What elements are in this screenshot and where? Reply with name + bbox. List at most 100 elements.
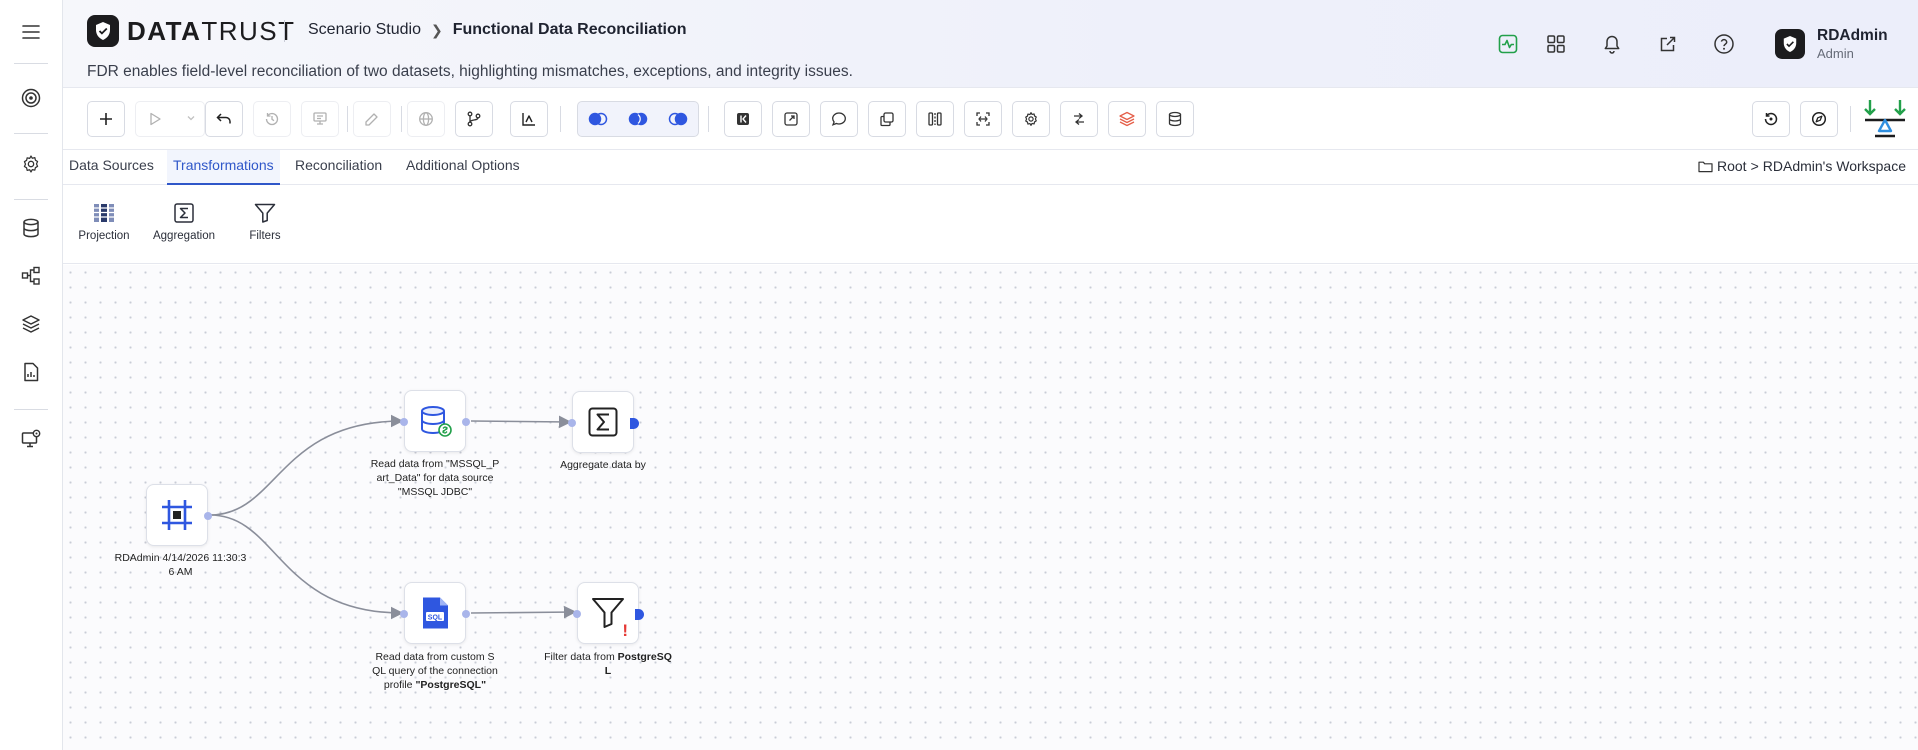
tab-reconciliation[interactable]: Reconciliation	[289, 150, 388, 185]
logo-wordmark: DATATRUST	[127, 15, 296, 46]
external-link-icon[interactable]	[1655, 31, 1681, 57]
node-sql-label-line: QL query of the connection	[372, 665, 498, 677]
copy-button[interactable]	[868, 101, 906, 137]
breadcrumb-parent[interactable]: Scenario Studio	[308, 21, 421, 39]
join-type-group	[577, 101, 699, 137]
node-mssql-source[interactable]	[400, 390, 470, 452]
tab-additional-options[interactable]: Additional Options	[400, 150, 526, 185]
user-profile[interactable]: RDAdmin Admin	[1775, 27, 1888, 61]
restore-button[interactable]	[1752, 101, 1790, 137]
monitor-settings-icon[interactable]	[16, 424, 46, 454]
output-port[interactable]	[462, 610, 470, 618]
node-filter-label-line: Filter data from PostgreSQ	[535, 650, 681, 664]
avatar	[1775, 29, 1805, 59]
page-title: Functional Data Reconciliation	[452, 21, 687, 38]
sigma-icon	[588, 407, 618, 437]
report-icon[interactable]	[16, 357, 46, 387]
edit-button[interactable]	[353, 101, 391, 137]
user-name: RDAdmin	[1817, 27, 1888, 44]
rail-divider	[14, 63, 48, 64]
node-aggregate-label: Aggregate data by	[560, 459, 646, 471]
history-button[interactable]	[253, 101, 291, 137]
compare-columns-button[interactable]	[916, 101, 954, 137]
gear-icon[interactable]	[16, 149, 46, 179]
transfer-button[interactable]	[1060, 101, 1098, 137]
node-filter-label-line: L	[535, 664, 681, 678]
palette-projection[interactable]: Projection	[69, 200, 139, 242]
input-port[interactable]	[568, 419, 576, 427]
storage-button[interactable]	[1156, 101, 1194, 137]
input-port[interactable]	[573, 610, 581, 618]
node-start[interactable]	[146, 484, 212, 546]
node-sql-label: Read data from custom S QL query of the …	[360, 650, 510, 692]
bell-icon[interactable]	[1599, 31, 1625, 57]
comment-button[interactable]	[820, 101, 858, 137]
run-button[interactable]	[135, 101, 205, 137]
settings-button[interactable]	[1012, 101, 1050, 137]
database-icon[interactable]	[16, 213, 46, 243]
palette-filters-label: Filters	[249, 230, 281, 242]
input-port[interactable]	[400, 418, 408, 426]
datatrust-logo[interactable]: DATATRUST	[87, 15, 296, 47]
tab-transformations[interactable]: Transformations	[167, 150, 280, 185]
compass-button[interactable]	[1800, 101, 1838, 137]
section-tabs: Data Sources Transformations Reconciliat…	[63, 150, 1918, 185]
workflow-canvas[interactable]: RDAdmin 4/14/2026 11:30:3 6 AM Read data…	[63, 265, 1918, 750]
undo-button[interactable]	[205, 101, 243, 137]
scan-button[interactable]	[964, 101, 1002, 137]
toolbar	[63, 88, 1918, 150]
node-aggregate[interactable]	[568, 391, 639, 453]
lineage-icon[interactable]	[16, 261, 46, 291]
left-rail	[0, 0, 63, 750]
input-port[interactable]	[400, 610, 408, 618]
apps-grid-icon[interactable]	[1543, 31, 1569, 57]
add-button[interactable]	[87, 101, 125, 137]
palette-aggregation[interactable]: Aggregation	[149, 200, 219, 242]
help-icon[interactable]	[1711, 31, 1737, 57]
toolbar-divider	[708, 106, 709, 132]
open-external-button[interactable]	[772, 101, 810, 137]
full-join-icon[interactable]	[578, 102, 618, 136]
shield-logo-icon	[87, 15, 119, 47]
workspace-breadcrumb[interactable]: Root > RDAdmin's Workspace	[1698, 158, 1906, 174]
sql-file-icon: SQL	[420, 596, 450, 630]
workspace-root: Root	[1717, 158, 1747, 174]
workspace-sep: >	[1750, 158, 1759, 174]
rail-divider	[14, 409, 48, 410]
menu-icon[interactable]	[16, 17, 46, 47]
layers-icon[interactable]	[16, 309, 46, 339]
page-description: FDR enables field-level reconciliation o…	[87, 63, 853, 80]
inner-join-icon[interactable]	[618, 102, 658, 136]
node-sql-source[interactable]: SQL	[400, 582, 470, 644]
database-link-icon	[418, 404, 452, 438]
output-port[interactable]	[462, 418, 470, 426]
frame-icon	[160, 498, 194, 532]
node-filter[interactable]: !	[573, 582, 644, 644]
export-button[interactable]	[301, 101, 339, 137]
breadcrumb: Scenario Studio ❯ Functional Data Reconc…	[308, 21, 687, 39]
stack-layers-button[interactable]	[1108, 101, 1146, 137]
svg-text:SQL: SQL	[428, 614, 443, 621]
projection-icon	[69, 200, 139, 226]
activity-monitor-icon[interactable]	[1495, 31, 1521, 57]
node-sql-label-text: profile	[383, 679, 416, 691]
collapse-button[interactable]	[724, 101, 762, 137]
node-sql-label-connection: "PostgreSQL"	[415, 679, 487, 691]
chart-button[interactable]	[510, 101, 548, 137]
toolbar-divider	[347, 106, 348, 132]
branch-button[interactable]	[455, 101, 493, 137]
output-port[interactable]	[204, 512, 212, 520]
tab-data-sources[interactable]: Data Sources	[63, 150, 160, 185]
right-join-icon[interactable]	[658, 102, 698, 136]
palette-aggregation-label: Aggregation	[152, 230, 216, 242]
globe-button[interactable]	[407, 101, 445, 137]
palette-filters[interactable]: Filters	[230, 200, 300, 242]
edge-sql-to-filter	[470, 605, 577, 619]
folder-icon	[1698, 160, 1713, 173]
target-icon[interactable]	[16, 83, 46, 113]
node-filter-label: Filter data from PostgreSQ L	[535, 650, 681, 678]
transformation-palette: Projection Aggregation Filters	[63, 186, 1918, 264]
app-header: DATATRUST Scenario Studio ❯ Functional D…	[63, 0, 1918, 88]
reconcile-balance-icon[interactable]	[1863, 98, 1907, 140]
sigma-icon	[149, 200, 219, 226]
